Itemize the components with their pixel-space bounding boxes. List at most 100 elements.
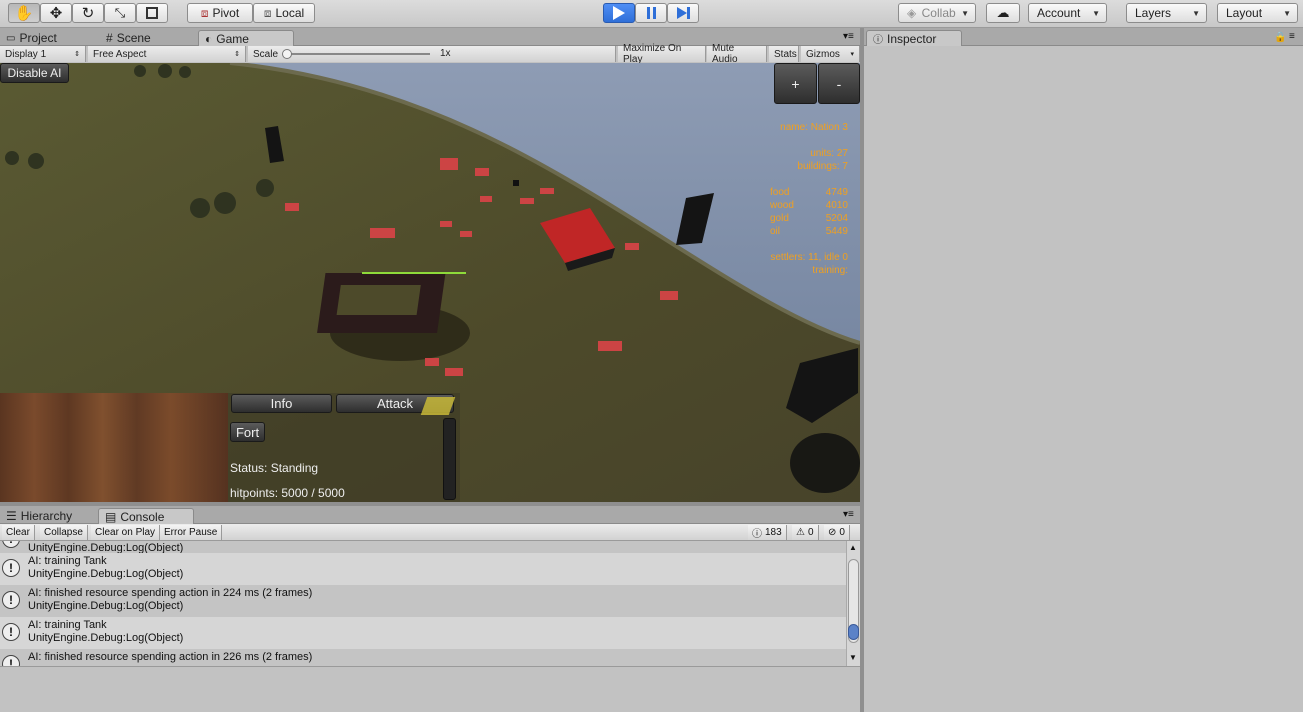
move-tool-button[interactable]: ✥ [40,3,72,23]
hud-resource-label: oil [770,226,781,237]
hud-settlers: settlers: 11, idle 0 [770,252,848,263]
console-log-list: ! UnityEngine.Debug:Log(Object) ! AI: tr… [0,541,846,666]
updown-icon: ⇕ [234,51,240,58]
collab-icon: ◈ [907,6,917,20]
stats-toggle[interactable]: Stats [769,46,799,62]
layout-dropdown[interactable]: Layout ▼ [1217,3,1298,23]
game-scene-render [0,63,860,502]
selected-fort-button[interactable]: Fort [230,422,265,442]
info-button[interactable]: Info [231,394,332,413]
local-icon: ⧈ [263,5,272,20]
warning-icon: ⚠ [796,527,805,538]
scale-icon: ⤡ [114,5,126,20]
move-icon: ✥ [49,5,63,22]
maximize-on-play-toggle[interactable]: Maximize On Play [618,43,706,65]
folder-icon: ▭ [6,32,16,44]
rotate-tool-button[interactable]: ↻ [72,3,104,23]
chevron-down-icon: ▾ [850,51,854,58]
zoom-in-button[interactable]: + [774,63,817,104]
disable-ai-button[interactable]: Disable AI [0,63,69,83]
tab-console[interactable]: ▤ Console [98,508,194,524]
aspect-dropdown[interactable]: Free Aspect ⇕ [88,46,246,62]
status-text: Status: Standing [230,461,319,475]
hand-icon: ✋ [14,5,34,22]
scale-slider-track[interactable] [284,53,430,55]
hud-units: units: 27 [810,148,848,159]
account-dropdown[interactable]: Account ▼ [1028,3,1107,23]
console-clear-on-play-button[interactable]: Clear on Play [91,525,161,540]
zoom-out-button[interactable]: - [818,63,860,104]
info-log-icon: ! [2,591,20,609]
log-count-toggle[interactable]: ⓘ 183 [748,525,787,540]
info-log-icon: ! [2,623,20,641]
info-log-icon: ! [2,655,20,666]
warning-count-toggle[interactable]: ⚠ 0 [792,525,819,540]
scroll-up-icon[interactable]: ▲ [849,543,857,552]
rect-icon [146,7,158,19]
gamepad-icon: ◐ [205,31,213,46]
step-icon [676,7,690,19]
scrollbar-thumb[interactable] [848,624,859,640]
hitpoints-text: hitpoints: 5000 / 5000 [230,486,345,500]
updown-icon: ⇕ [74,51,80,58]
tab-hierarchy[interactable]: ☰ Hierarchy [0,508,96,524]
play-icon [613,6,625,20]
info-log-icon: ! [2,541,20,548]
step-button[interactable] [667,3,699,23]
gizmos-dropdown[interactable]: Gizmos ▾ [801,46,860,62]
hud-resource-label: gold [770,213,789,224]
hud-resource-value: 4749 [825,187,848,198]
info-icon: ⓘ [873,35,883,46]
list-icon: ☰ [6,509,17,523]
layers-dropdown[interactable]: Layers ▼ [1126,3,1207,23]
tab-scene[interactable]: # Scene [100,30,196,46]
console-scrollbar[interactable]: ▲ ▼ [846,541,860,666]
game-view[interactable]: Disable AI + - name: Nation 3 units: 27 … [0,63,860,502]
console-detail-pane [0,666,860,712]
hand-tool-button[interactable]: ✋ [8,3,40,23]
panel-scrollbar[interactable] [443,418,456,500]
console-clear-button[interactable]: Clear [2,525,35,540]
rect-tool-button[interactable] [136,3,168,23]
lock-icon[interactable]: 🔒 [1274,32,1286,43]
collab-dropdown[interactable]: ◈ Collab ▼ [898,3,976,23]
console-error-pause-button[interactable]: Error Pause [160,525,223,540]
play-button[interactable] [603,3,635,23]
local-toggle[interactable]: ⧈ Local [253,3,315,23]
inspector-body [864,46,1303,712]
pause-button[interactable] [635,3,667,23]
error-icon: ⊘ [828,527,837,538]
display-dropdown[interactable]: Display 1 ⇕ [0,46,86,62]
grid-icon: # [106,31,113,45]
tab-game[interactable]: ◐ Game [198,30,294,46]
hud-nation-name: name: Nation 3 [780,122,848,133]
mute-audio-toggle[interactable]: Mute Audio [707,43,767,65]
cloud-button[interactable]: ☁ [986,3,1020,23]
tab-inspector[interactable]: ⓘ Inspector [866,30,962,46]
list-item[interactable]: ! AI: training Tank UnityEngine.Debug:Lo… [0,553,846,585]
console-collapse-button[interactable]: Collapse [40,525,88,540]
cloud-icon: ☁ [996,5,1010,20]
tab-menu-icon[interactable]: ▾≡ [843,509,854,520]
tab-menu-icon[interactable]: ▾≡ [843,31,854,42]
list-item[interactable]: ! AI: finished resource spending action … [0,649,846,666]
console-tabbar: ☰ Hierarchy ▤ Console ▾≡ [0,506,860,524]
inspector-tabbar: ⓘ Inspector 🔒 ≡ [864,28,1303,46]
hud-buildings: buildings: 7 [797,161,848,172]
error-count-toggle[interactable]: ⊘ 0 [824,525,850,540]
hud-resource-label: wood [770,200,794,211]
hud-resource-value: 5449 [825,226,848,237]
pivot-icon: ⧈ [200,5,209,20]
scale-slider-thumb[interactable] [282,49,292,59]
scale-tool-button[interactable]: ⤡ [104,3,136,23]
pivot-toggle[interactable]: ⧈ Pivot [187,3,253,23]
chevron-down-icon: ▼ [1283,8,1291,18]
list-item[interactable]: ! AI: finished resource spending action … [0,585,846,617]
console-icon: ▤ [105,509,117,524]
tab-menu-icon[interactable]: ≡ [1289,31,1295,42]
rotate-icon: ↻ [81,5,95,22]
scroll-down-icon[interactable]: ▼ [849,653,857,662]
tab-project[interactable]: ▭ Project [0,30,96,46]
chevron-down-icon: ▼ [961,8,969,18]
list-item[interactable]: ! AI: training Tank UnityEngine.Debug:Lo… [0,617,846,649]
